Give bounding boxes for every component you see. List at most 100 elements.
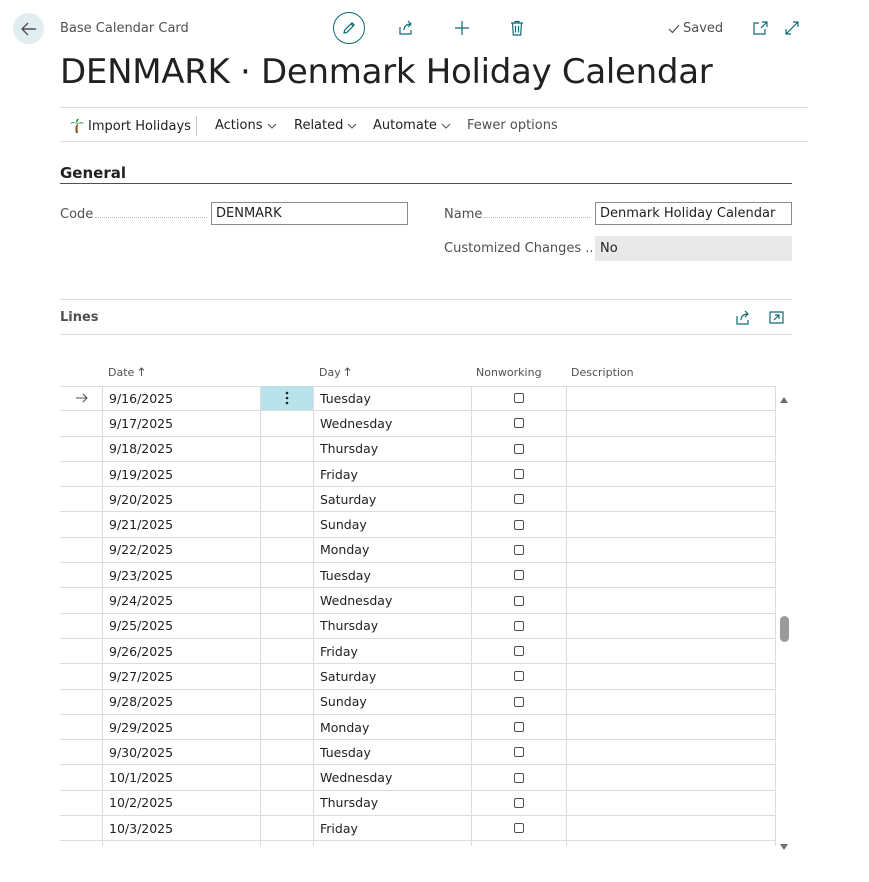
row-actions-button[interactable] [260,538,313,562]
date-cell[interactable]: 9/22/2025 [109,538,259,562]
table-row[interactable]: 10/1/2025 Wednesday [60,765,776,791]
scroll-up-button[interactable] [779,389,789,408]
nonworking-checkbox[interactable] [513,595,524,606]
table-row[interactable]: 9/30/2025 Tuesday [60,740,776,766]
row-selector[interactable] [60,614,102,638]
nonworking-checkbox[interactable] [513,393,524,404]
row-actions-button[interactable] [260,639,313,663]
row-actions-button[interactable] [260,765,313,789]
description-cell[interactable] [567,740,775,764]
row-actions-button[interactable] [260,487,313,511]
table-row[interactable]: 9/28/2025 Sunday [60,690,776,715]
date-cell[interactable]: 9/26/2025 [109,639,259,663]
share-button[interactable] [396,18,416,38]
table-row[interactable]: 9/22/2025 Monday [60,538,776,564]
row-selector[interactable] [60,791,102,815]
row-selector[interactable] [60,588,102,612]
date-cell[interactable]: 9/24/2025 [109,588,259,612]
row-selector[interactable] [60,487,102,511]
description-cell[interactable] [567,690,775,714]
fewer-options-button[interactable]: Fewer options [467,118,558,133]
row-actions-button[interactable] [260,791,313,815]
table-row[interactable]: 9/23/2025 Tuesday [60,563,776,589]
description-cell[interactable] [567,639,775,663]
nonworking-checkbox[interactable] [513,620,524,631]
description-cell[interactable] [567,614,775,638]
row-selector[interactable] [60,411,102,435]
date-cell[interactable]: 9/20/2025 [109,487,259,511]
description-cell[interactable] [567,437,775,461]
nonworking-checkbox[interactable] [513,494,524,505]
description-cell[interactable] [567,462,775,486]
description-cell[interactable] [567,816,775,840]
table-row[interactable]: 10/3/2025 Friday [60,816,776,842]
date-cell[interactable]: 9/23/2025 [109,563,259,587]
nonworking-checkbox[interactable] [513,544,524,555]
date-cell[interactable]: 9/21/2025 [109,512,259,536]
back-button[interactable] [13,13,44,44]
description-cell[interactable] [567,538,775,562]
row-actions-button[interactable] [260,690,313,714]
nonworking-checkbox[interactable] [513,570,524,581]
description-cell[interactable] [567,664,775,688]
date-cell[interactable]: 9/30/2025 [109,740,259,764]
row-selector[interactable] [60,639,102,663]
row-selector[interactable] [60,715,102,739]
row-actions-button[interactable] [260,462,313,486]
expand-button[interactable] [782,18,802,38]
import-holidays-action[interactable]: Import Holidays [70,118,191,134]
date-cell[interactable]: 10/1/2025 [109,765,259,789]
description-cell[interactable] [567,512,775,536]
row-actions-button[interactable] [260,588,313,612]
delete-button[interactable] [507,18,527,38]
description-cell[interactable] [567,715,775,739]
row-selector[interactable] [60,437,102,461]
row-selector[interactable] [60,690,102,714]
date-column-header[interactable]: Date [108,366,145,379]
code-field[interactable]: DENMARK [211,202,408,225]
nonworking-checkbox[interactable] [513,797,524,808]
table-row[interactable]: 9/29/2025 Monday [60,715,776,741]
lines-section-title[interactable]: Lines [60,310,99,325]
row-selector[interactable] [60,462,102,486]
table-row[interactable]: 10/2/2025 Thursday [60,791,776,817]
description-cell[interactable] [567,765,775,789]
new-button[interactable] [452,18,472,38]
table-row[interactable]: 9/16/2025 Tuesday [60,386,776,412]
description-cell[interactable] [567,411,775,435]
description-cell[interactable] [567,791,775,815]
row-selector[interactable] [60,386,102,410]
date-cell[interactable]: 9/27/2025 [109,664,259,688]
row-actions-button[interactable] [260,512,313,536]
row-actions-button[interactable] [260,664,313,688]
name-field[interactable]: Denmark Holiday Calendar [595,202,792,225]
nonworking-checkbox[interactable] [513,696,524,707]
row-actions-button[interactable] [260,437,313,461]
row-actions-button[interactable] [260,563,313,587]
general-section-title[interactable]: General [60,164,126,182]
date-cell[interactable]: 9/28/2025 [109,690,259,714]
lines-expand-button[interactable] [766,307,786,327]
table-row[interactable]: 9/24/2025 Wednesday [60,588,776,614]
nonworking-column-header[interactable]: Nonworking [476,366,542,379]
nonworking-checkbox[interactable] [513,823,524,834]
row-selector[interactable] [60,538,102,562]
row-actions-button[interactable] [260,386,313,411]
table-row[interactable]: 9/26/2025 Friday [60,639,776,665]
row-selector[interactable] [60,563,102,587]
row-selector[interactable] [60,816,102,840]
open-new-window-button[interactable] [750,18,770,38]
row-actions-button[interactable] [260,614,313,638]
nonworking-checkbox[interactable] [513,519,524,530]
automate-menu[interactable]: Automate [373,118,451,133]
table-row[interactable]: 9/19/2025 Friday [60,462,776,488]
scroll-down-button[interactable] [779,836,789,855]
nonworking-checkbox[interactable] [513,722,524,732]
date-cell[interactable]: 9/17/2025 [109,411,259,435]
table-row[interactable]: 9/25/2025 Thursday [60,614,776,639]
description-cell[interactable] [567,386,775,410]
date-cell[interactable]: 9/18/2025 [109,437,259,461]
description-cell[interactable] [567,563,775,587]
day-column-header[interactable]: Day [319,366,351,379]
date-cell[interactable]: 9/25/2025 [109,614,259,638]
